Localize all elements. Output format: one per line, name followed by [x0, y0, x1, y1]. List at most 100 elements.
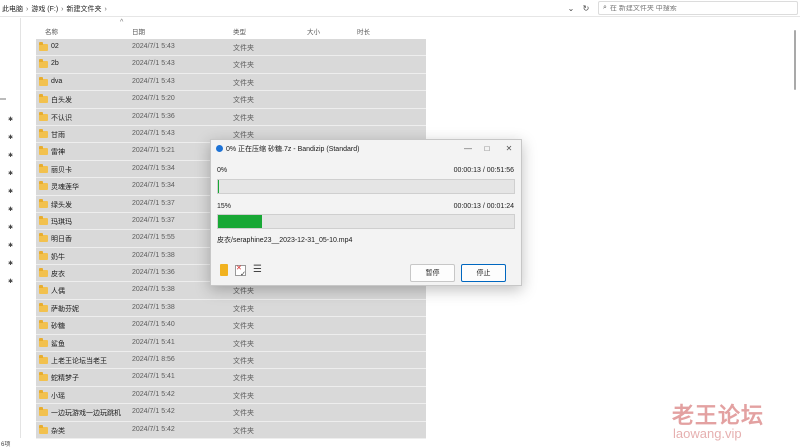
file-name: 鲨鱼	[51, 340, 65, 348]
overall-time-label: 00:00:13 / 00:51:56	[453, 167, 514, 174]
file-type: 文件夹	[233, 97, 254, 105]
table-row[interactable]: 杂类 2024/7/1 5:42 文件夹	[36, 421, 426, 439]
bandizip-icon	[216, 145, 223, 152]
status-item-count: 6项	[1, 442, 11, 447]
file-date: 2024/7/1 5:36	[132, 112, 175, 120]
vertical-scrollbar[interactable]	[786, 20, 798, 440]
table-row[interactable]: 小瑶 2024/7/1 5:42 文件夹	[36, 386, 426, 405]
file-type: 文件夹	[233, 392, 254, 400]
file-date: 2024/7/1 5:37	[132, 216, 175, 224]
pin-icon[interactable]: ✱	[8, 116, 13, 123]
file-date: 2024/7/1 5:21	[132, 147, 175, 155]
file-date: 2024/7/1 5:43	[132, 60, 175, 68]
refresh-button[interactable]: ↻	[580, 2, 592, 14]
table-row[interactable]: 鲨鱼 2024/7/1 5:41 文件夹	[36, 334, 426, 353]
pin-icon[interactable]: ✱	[8, 134, 13, 141]
breadcrumb-item-drive[interactable]: 游戏 (F:)	[31, 4, 58, 14]
file-progress-fill	[218, 215, 263, 228]
open-archive-icon[interactable]	[220, 264, 228, 276]
folder-icon	[39, 215, 48, 225]
pin-icon[interactable]: ✱	[8, 206, 13, 213]
file-type: 文件夹	[233, 79, 254, 87]
pin-icon[interactable]: ✱	[8, 278, 13, 285]
file-type: 文件夹	[233, 375, 254, 383]
folder-icon	[39, 250, 48, 260]
breadcrumb-item-this-pc[interactable]: 此电脑	[2, 4, 23, 14]
delete-after-compress-icon[interactable]	[235, 264, 246, 278]
column-header-name[interactable]: 名称	[45, 26, 58, 36]
pin-icon[interactable]: ✱	[8, 242, 13, 249]
sort-ascending-icon: ^	[120, 19, 124, 26]
scrollbar-thumb[interactable]	[794, 30, 796, 90]
dialog-title-bar[interactable]: 0% 正在压缩 砂糖.7z - Bandizip (Standard) — □ …	[211, 140, 521, 157]
folder-icon	[39, 285, 48, 295]
stop-button[interactable]: 停止	[461, 264, 506, 282]
file-name: 雷神	[51, 149, 65, 157]
file-date: 2024/7/1 5:43	[132, 43, 175, 50]
history-dropdown-button[interactable]: ⌄	[565, 2, 577, 14]
pin-icon[interactable]: ✱	[8, 170, 13, 177]
file-date: 2024/7/1 8:56	[132, 356, 175, 364]
table-row[interactable]: 砂糖 2024/7/1 5:40 文件夹	[36, 317, 426, 335]
close-button[interactable]: ✕	[503, 143, 515, 154]
table-row[interactable]: 一边玩游戏一边玩跳机 2024/7/1 5:42 文件夹	[36, 404, 426, 422]
watermark-url: laowang.vip	[673, 426, 742, 441]
table-row[interactable]: dva 2024/7/1 5:43 文件夹	[36, 73, 426, 92]
file-name: 上老王论坛当老王	[51, 358, 107, 366]
pin-icon[interactable]: ✱	[8, 224, 13, 231]
folder-icon	[39, 94, 48, 104]
file-date: 2024/7/1 5:38	[132, 286, 175, 294]
minimize-button[interactable]: —	[462, 143, 474, 154]
file-time-label: 00:00:13 / 00:01:24	[453, 203, 514, 210]
column-header-date[interactable]: 日期	[132, 26, 145, 36]
file-type: 文件夹	[233, 288, 254, 296]
file-name: 小瑶	[51, 392, 65, 400]
folder-icon	[39, 233, 48, 243]
search-box[interactable]: ⌕	[598, 1, 798, 15]
file-type: 文件夹	[233, 340, 254, 348]
table-row[interactable]: 2b 2024/7/1 5:43 文件夹	[36, 56, 426, 74]
column-header-type[interactable]: 类型	[233, 26, 246, 36]
file-name: 奶牛	[51, 253, 65, 261]
file-type: 文件夹	[233, 305, 254, 313]
table-row[interactable]: 白头发 2024/7/1 5:20 文件夹	[36, 91, 426, 109]
file-date: 2024/7/1 5:36	[132, 269, 175, 277]
breadcrumb-item-folder[interactable]: 新建文件夹	[67, 4, 102, 14]
file-name: dva	[51, 77, 63, 85]
folder-icon	[39, 337, 48, 347]
file-percent-label: 15%	[217, 203, 232, 210]
folder-icon	[39, 59, 48, 69]
table-row[interactable]: 蛇精梦子 2024/7/1 5:41 文件夹	[36, 369, 426, 387]
pin-icon[interactable]: ✱	[8, 188, 13, 195]
table-row[interactable]: 02 2024/7/1 5:43 文件夹	[36, 39, 426, 57]
file-name: 人偶	[51, 288, 65, 296]
pin-icon[interactable]: ✱	[8, 260, 13, 267]
column-header-length[interactable]: 时长	[357, 26, 370, 36]
file-date: 2024/7/1 5:43	[132, 129, 175, 137]
dialog-option-icons: ☰	[220, 264, 262, 278]
maximize-button[interactable]: □	[481, 143, 493, 154]
menu-icon[interactable]: ☰	[253, 265, 262, 275]
column-header-size[interactable]: 大小	[307, 26, 320, 36]
chevron-right-icon: ›	[104, 5, 107, 13]
nav-item-marker[interactable]	[0, 98, 6, 100]
file-date: 2024/7/1 5:41	[132, 338, 175, 346]
file-date: 2024/7/1 5:42	[132, 408, 175, 416]
file-type: 文件夹	[233, 62, 254, 70]
chevron-right-icon: ›	[26, 5, 29, 13]
folder-icon	[39, 76, 48, 86]
table-row[interactable]: 不认识 2024/7/1 5:36 文件夹	[36, 108, 426, 126]
file-date: 2024/7/1 5:38	[132, 303, 175, 311]
search-input[interactable]	[609, 4, 770, 12]
file-name: 砂糖	[51, 323, 65, 331]
pause-button[interactable]: 暂停	[410, 264, 455, 282]
file-type: 文件夹	[233, 114, 254, 122]
file-date: 2024/7/1 5:42	[132, 425, 175, 433]
table-row[interactable]: 上老王论坛当老王 2024/7/1 8:56 文件夹	[36, 352, 426, 370]
chevron-right-icon: ›	[61, 5, 64, 13]
folder-icon	[39, 302, 48, 312]
file-name: 甘雨	[51, 131, 65, 139]
table-row[interactable]: 萨勒芬妮 2024/7/1 5:38 文件夹	[36, 299, 426, 318]
folder-icon	[39, 424, 48, 434]
pin-icon[interactable]: ✱	[8, 152, 13, 159]
